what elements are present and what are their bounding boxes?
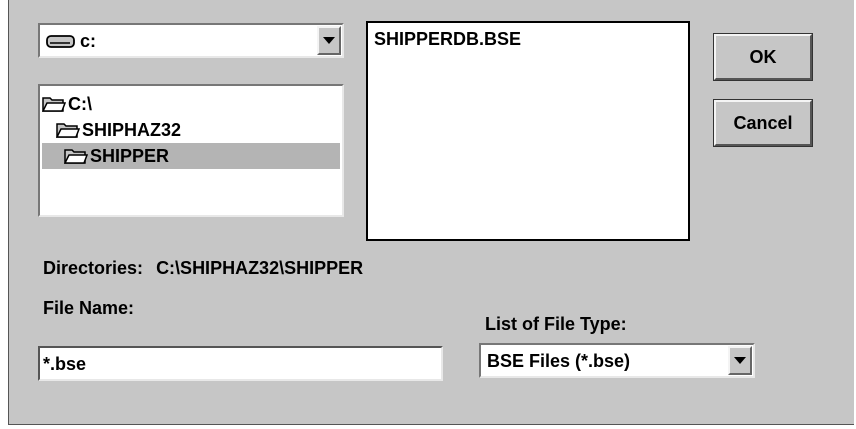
drive-icon — [46, 34, 75, 48]
directory-tree[interactable]: C:\ SHIPHAZ32 SHIPPER — [38, 84, 344, 217]
open-folder-icon — [64, 149, 88, 164]
cancel-button[interactable]: Cancel — [713, 99, 813, 147]
file-type-label: List of File Type: — [485, 314, 627, 334]
drive-dropdown-button[interactable] — [317, 26, 341, 55]
file-type-value: BSE Files (*.bse) — [487, 351, 631, 371]
directories-label: Directories: — [43, 258, 144, 278]
open-file-dialog: c: C:\ SHIPHAZ32 SHIPPER SHIPPERDB.BSE O… — [8, 0, 854, 425]
chevron-down-icon — [323, 37, 335, 44]
directories-path: C:\SHIPHAZ32\SHIPPER — [156, 258, 364, 278]
tree-item-shiphaz32[interactable]: SHIPHAZ32 — [56, 117, 181, 143]
tree-item-label: C:\ — [68, 93, 92, 114]
file-name-label: File Name: — [43, 298, 135, 318]
drive-select-value: c: — [80, 31, 97, 51]
chevron-down-icon — [734, 357, 746, 364]
ok-button[interactable]: OK — [713, 33, 813, 81]
file-name-value: *.bse — [43, 354, 87, 374]
directories-row: Directories: C:\SHIPHAZ32\SHIPPER — [43, 258, 363, 279]
open-folder-icon — [42, 97, 66, 112]
drive-select[interactable]: c: — [38, 23, 344, 58]
file-name-input[interactable]: *.bse — [38, 346, 443, 381]
tree-item-label: SHIPHAZ32 — [82, 119, 182, 140]
file-type-dropdown-button[interactable] — [728, 346, 752, 375]
tree-item-root[interactable]: C:\ — [42, 91, 92, 117]
file-list[interactable]: SHIPPERDB.BSE — [366, 21, 690, 241]
open-folder-icon — [56, 123, 80, 138]
tree-item-label: SHIPPER — [90, 145, 170, 166]
file-list-item[interactable]: SHIPPERDB.BSE — [374, 29, 521, 50]
tree-item-shipper[interactable]: SHIPPER — [42, 143, 340, 169]
file-type-select[interactable]: BSE Files (*.bse) — [479, 343, 755, 378]
